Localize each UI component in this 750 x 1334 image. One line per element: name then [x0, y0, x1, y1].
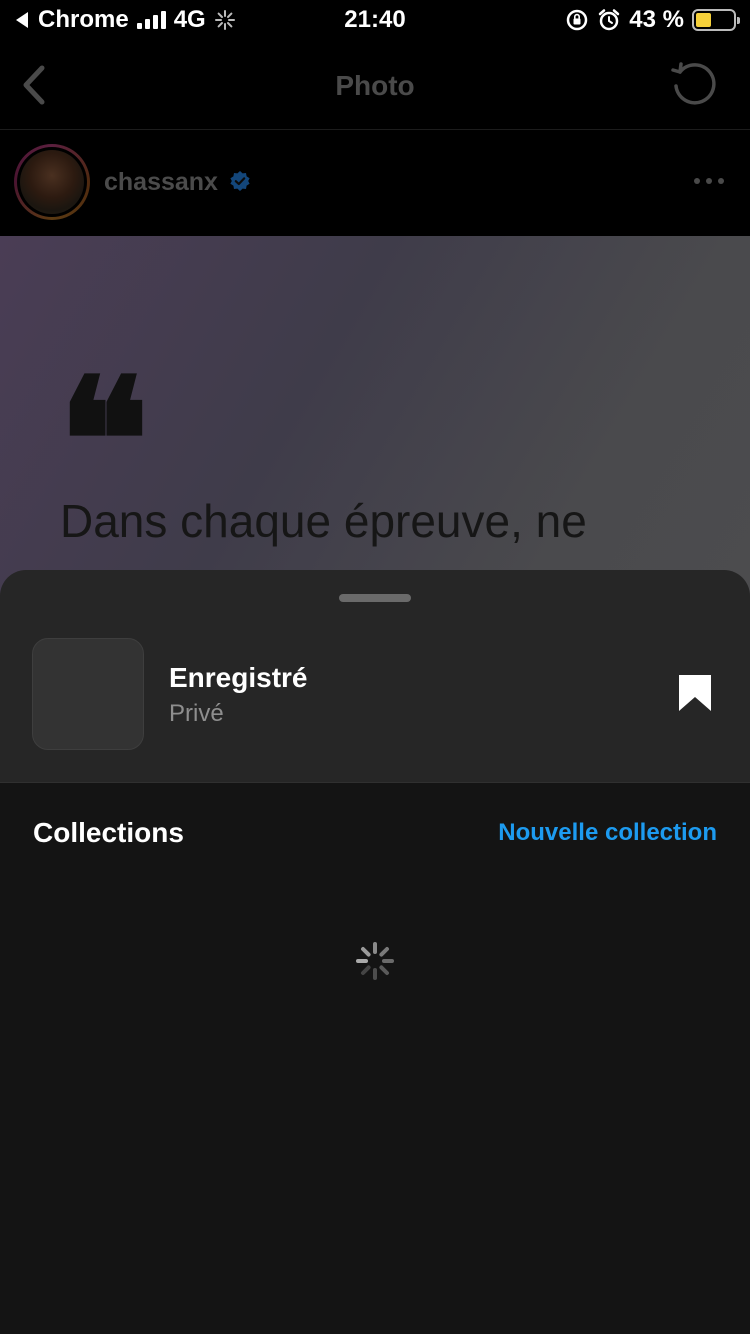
saved-privacy-label: Privé — [169, 700, 224, 727]
quote-text: Dans chaque épreuve, ne — [60, 495, 587, 547]
author-username[interactable]: chassanx — [104, 168, 218, 197]
new-collection-button[interactable]: Nouvelle collection — [498, 819, 717, 847]
saved-thumbnail — [32, 638, 144, 750]
page-title: Photo — [335, 70, 415, 101]
saved-title: Enregistré — [169, 662, 308, 693]
status-right: 43 % — [565, 6, 740, 34]
status-bar: Chrome 4G 21:40 43 % — [0, 0, 750, 40]
battery-percent: 43 % — [629, 6, 684, 33]
post-author-row: chassanx — [0, 130, 750, 236]
battery-fill — [696, 13, 712, 27]
bookmark-filled-icon[interactable] — [677, 673, 713, 713]
nav-bar: Photo — [0, 42, 750, 130]
loading-spinner-icon — [356, 942, 394, 980]
refresh-icon[interactable] — [668, 58, 720, 110]
saved-row[interactable]: Enregistré Privé — [0, 570, 750, 781]
save-sheet: Enregistré Privé Collections Nouvelle co… — [0, 570, 750, 1334]
collections-section: Collections Nouvelle collection — [0, 782, 750, 1334]
avatar[interactable] — [14, 144, 90, 220]
more-options-icon[interactable] — [694, 178, 724, 184]
alarm-icon — [599, 9, 620, 31]
orientation-lock-icon — [567, 9, 588, 31]
collections-heading: Collections — [33, 817, 184, 848]
verified-badge-icon — [230, 171, 250, 191]
battery-icon — [692, 9, 740, 31]
